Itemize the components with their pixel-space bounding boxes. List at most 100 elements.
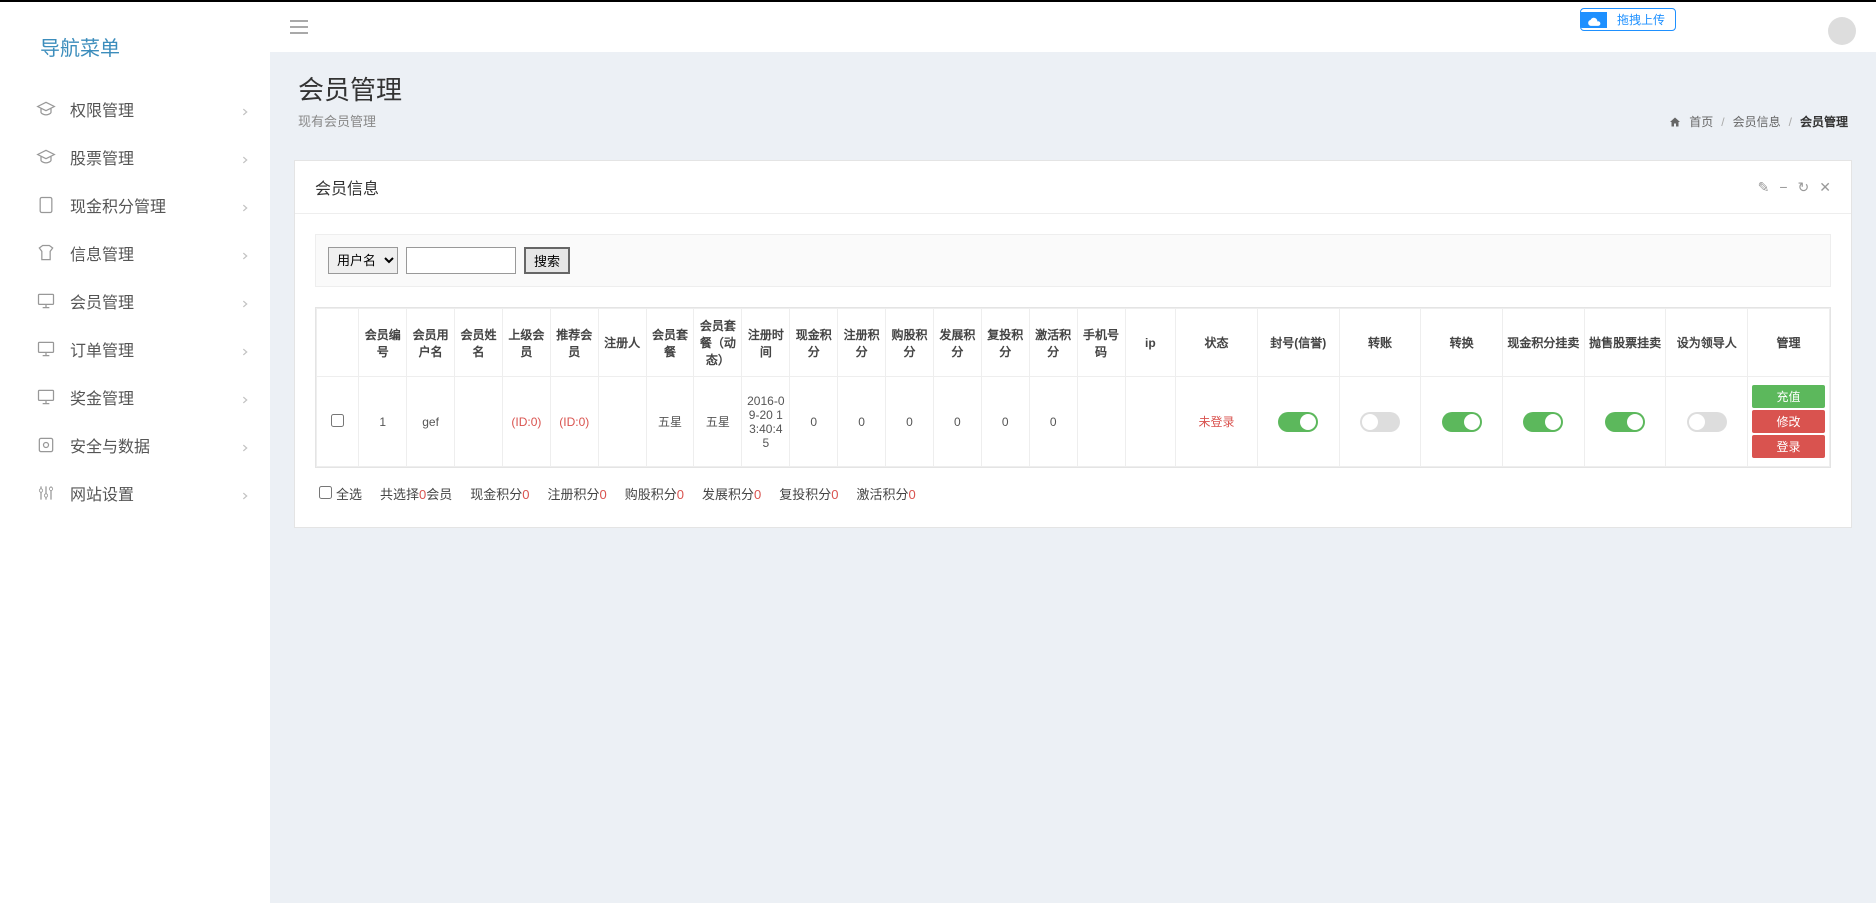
summary-item: 激活积分0: [857, 487, 916, 502]
chevron-right-icon: [240, 440, 250, 450]
nav-item-4[interactable]: 会员管理: [0, 277, 270, 325]
chevron-right-icon: [240, 344, 250, 354]
search-field-select[interactable]: 用户名: [328, 247, 398, 274]
breadcrumb-active: 会员管理: [1800, 113, 1848, 130]
search-button[interactable]: 搜索: [524, 247, 570, 274]
col-13: 发展积分: [933, 309, 981, 377]
switch-stock-sell[interactable]: [1605, 412, 1645, 432]
chevron-right-icon: [240, 200, 250, 210]
nav-item-2[interactable]: 现金积分管理: [0, 181, 270, 229]
nav-item-0[interactable]: 权限管理: [0, 85, 270, 133]
cell-plan-dyn: 五星: [694, 377, 742, 467]
search-bar: 用户名 搜索: [315, 234, 1831, 287]
col-17: ip: [1125, 309, 1176, 377]
col-11: 注册积分: [838, 309, 886, 377]
shirt-icon: [36, 243, 56, 263]
chevron-right-icon: [240, 248, 250, 258]
nav-label: 权限管理: [70, 97, 240, 121]
cell-regtime: 2016-09-20 13:40:45: [742, 377, 790, 467]
safe-icon: [36, 435, 56, 455]
col-21: 转换: [1421, 309, 1503, 377]
col-22: 现金积分挂卖: [1503, 309, 1585, 377]
monitor-icon: [36, 387, 56, 407]
panel-tools: ✎ − ↻ ✕: [1758, 179, 1831, 196]
col-0: [317, 309, 359, 377]
monitor-icon: [36, 291, 56, 311]
select-all-label[interactable]: 全选: [319, 484, 362, 503]
col-18: 状态: [1176, 309, 1258, 377]
panel-title: 会员信息: [315, 175, 379, 199]
summary-item: 现金积分0: [470, 487, 529, 502]
chevron-right-icon: [240, 488, 250, 498]
main-content: 拖拽上传 会员管理 现有会员管理 首页 / 会员信息 / 会员管理 会员: [270, 2, 1876, 903]
nav-label: 信息管理: [70, 241, 240, 265]
home-icon: [1669, 116, 1681, 128]
col-6: 注册人: [598, 309, 646, 377]
switch-convert[interactable]: [1442, 412, 1482, 432]
breadcrumb-home[interactable]: 首页: [1689, 113, 1713, 130]
select-all-checkbox[interactable]: [319, 486, 332, 499]
sidebar-title: 导航菜单: [0, 22, 270, 85]
breadcrumb-mid[interactable]: 会员信息: [1733, 113, 1781, 130]
minimize-icon[interactable]: −: [1779, 179, 1787, 196]
page-title: 会员管理: [298, 70, 402, 107]
cell-phone: [1077, 377, 1125, 467]
col-14: 复投积分: [981, 309, 1029, 377]
chevron-right-icon: [240, 296, 250, 306]
refresh-icon[interactable]: ↻: [1798, 179, 1810, 196]
cell-status: 未登录: [1176, 377, 1258, 467]
nav-label: 会员管理: [70, 289, 240, 313]
cell-registrar: [598, 377, 646, 467]
col-16: 手机号码: [1077, 309, 1125, 377]
login-button[interactable]: 登录: [1752, 435, 1825, 458]
nav-item-7[interactable]: 安全与数据: [0, 421, 270, 469]
nav-item-3[interactable]: 信息管理: [0, 229, 270, 277]
cell-cash: 0: [790, 377, 838, 467]
nav-item-5[interactable]: 订单管理: [0, 325, 270, 373]
cap-icon: [36, 99, 56, 119]
chevron-right-icon: [240, 152, 250, 162]
col-7: 会员套餐: [646, 309, 694, 377]
upload-badge[interactable]: 拖拽上传: [1580, 8, 1676, 31]
summary-item: 注册积分0: [548, 487, 607, 502]
nav-item-6[interactable]: 奖金管理: [0, 373, 270, 421]
col-4: 上级会员: [502, 309, 550, 377]
nav-label: 网站设置: [70, 481, 240, 505]
col-23: 抛售股票挂卖: [1584, 309, 1666, 377]
col-10: 现金积分: [790, 309, 838, 377]
recharge-button[interactable]: 充值: [1752, 385, 1825, 408]
breadcrumb: 首页 / 会员信息 / 会员管理: [1669, 113, 1848, 130]
nav-label: 订单管理: [70, 337, 240, 361]
col-15: 激活积分: [1029, 309, 1077, 377]
row-checkbox[interactable]: [331, 414, 344, 427]
nav-label: 安全与数据: [70, 433, 240, 457]
hamburger-icon[interactable]: [290, 20, 308, 34]
switch-cash-sell[interactable]: [1523, 412, 1563, 432]
switch-transfer[interactable]: [1360, 412, 1400, 432]
switch-seal[interactable]: [1278, 412, 1318, 432]
cell-id: 1: [359, 377, 407, 467]
col-19: 封号(信誉): [1257, 309, 1339, 377]
top-bar: 拖拽上传: [270, 2, 1876, 52]
switch-leader[interactable]: [1687, 412, 1727, 432]
cell-referrer: (ID:0): [550, 377, 598, 467]
panel: 会员信息 ✎ − ↻ ✕ 用户名 搜索: [294, 160, 1852, 528]
search-input[interactable]: [406, 247, 516, 274]
cell-stockpts: 0: [886, 377, 934, 467]
edit-icon[interactable]: ✎: [1758, 179, 1770, 196]
col-24: 设为领导人: [1666, 309, 1748, 377]
table-row: 1 gef (ID:0) (ID:0) 五星 五星 2016-09-20 13:…: [317, 377, 1830, 467]
members-table: 会员编号会员用户名会员姓名上级会员推荐会员注册人会员套餐会员套餐（动态）注册时间…: [316, 308, 1830, 467]
cell-username: gef: [407, 377, 455, 467]
cell-plan: 五星: [646, 377, 694, 467]
nav-item-8[interactable]: 网站设置: [0, 469, 270, 517]
col-1: 会员编号: [359, 309, 407, 377]
close-icon[interactable]: ✕: [1819, 179, 1831, 196]
edit-button[interactable]: 修改: [1752, 410, 1825, 433]
cloud-icon: [1581, 12, 1607, 28]
cell-devpts: 0: [933, 377, 981, 467]
avatar[interactable]: [1828, 17, 1856, 45]
nav-item-1[interactable]: 股票管理: [0, 133, 270, 181]
cell-regpts: 0: [838, 377, 886, 467]
cell-activate: 0: [1029, 377, 1077, 467]
